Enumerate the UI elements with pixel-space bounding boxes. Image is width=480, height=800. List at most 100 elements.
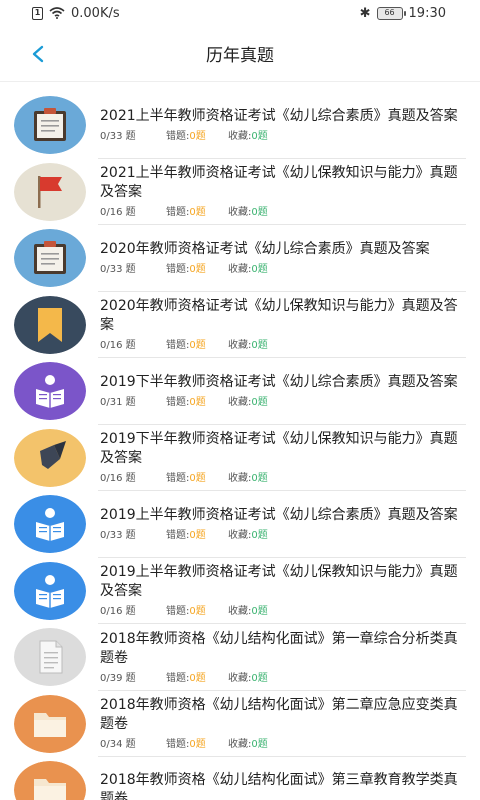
exam-list: 2021上半年教师资格证考试《幼儿综合素质》真题及答案 0/33 题错题:0题 收藏…	[0, 92, 480, 800]
favorite-count: 收藏:0题	[228, 130, 268, 143]
list-item[interactable]: 2018年教师资格《幼儿结构化面试》第一章综合分析类真题卷 0/39 题错题:0题…	[0, 624, 480, 691]
favorite-label: 收藏:	[228, 739, 252, 751]
list-item[interactable]: 2019下半年教师资格证考试《幼儿保教知识与能力》真题及答案 0/16 题 错题:0…	[0, 425, 480, 492]
list-item[interactable]: 2019上半年教师资格证考试《幼儿综合素质》真题及答案 0/33 题 错题:0题 收藏…	[0, 491, 480, 558]
wrong-value: 0题	[189, 672, 206, 684]
favorite-count: 收藏:0题	[228, 472, 268, 485]
wrong-count: 错题:0题	[166, 529, 228, 542]
favorite-value: 0题	[251, 672, 268, 684]
favorite-label: 收藏:	[228, 397, 252, 409]
favorite-count: 收藏:0题	[228, 263, 268, 276]
favorite-label: 收藏:	[228, 530, 252, 542]
favorite-value: 0题	[251, 207, 268, 219]
list-item-title: 2019上半年教师资格证考试《幼儿综合素质》真题及答案	[100, 507, 458, 524]
wrong-label: 错题:	[166, 340, 190, 352]
favorite-value: 0题	[251, 397, 268, 409]
list-item-body: 2018年教师资格《幼儿结构化面试》第二章应急应变类真题卷 0/34 题错题:0题…	[100, 696, 466, 751]
wrong-count: 错题:0题	[166, 263, 228, 276]
wrong-count: 错题:0题	[166, 130, 228, 143]
list-item-title: 2019下半年教师资格证考试《幼儿保教知识与能力》真题及答案	[100, 431, 458, 467]
list-item-body: 2019上半年教师资格证考试《幼儿综合素质》真题及答案 0/33 题 错题:0题 收藏…	[100, 506, 466, 542]
favorite-value: 0题	[251, 530, 268, 542]
back-button[interactable]	[24, 40, 52, 68]
wrong-value: 0题	[189, 264, 206, 276]
list-item[interactable]: 2019下半年教师资格证考试《幼儿综合素质》真题及答案 0/31 题错题:0题 收藏…	[0, 358, 480, 425]
sim-card-icon: 1	[32, 6, 43, 20]
favorite-value: 0题	[251, 340, 268, 352]
wrong-label: 错题:	[166, 606, 190, 618]
wrong-count: 错题:0题	[166, 206, 228, 219]
reader-icon	[14, 561, 86, 620]
document-icon	[14, 628, 86, 687]
list-item-body: 2018年教师资格《幼儿结构化面试》第三章教育教学类真题卷	[100, 771, 466, 800]
bookmark-icon	[14, 295, 86, 354]
list-item-title: 2020年教师资格证考试《幼儿综合素质》真题及答案	[100, 241, 430, 258]
list-item-meta: 0/16 题错题:0题 收藏:0题	[100, 605, 466, 618]
clock: 19:30	[408, 5, 446, 21]
wrong-label: 错题:	[166, 131, 190, 143]
wrong-label: 错题:	[166, 397, 190, 409]
status-left: 1 0.00K/s	[32, 6, 120, 21]
progress-count: 0/16 题	[100, 340, 136, 352]
favorite-label: 收藏:	[228, 207, 252, 219]
wrong-label: 错题:	[166, 473, 190, 485]
wrong-label: 错题:	[166, 264, 190, 276]
list-item[interactable]: 2021上半年教师资格证考试《幼儿综合素质》真题及答案 0/33 题错题:0题 收藏…	[0, 92, 480, 159]
chevron-left-icon	[32, 45, 44, 63]
progress-count: 0/16 题	[100, 473, 136, 485]
list-item-body: 2021上半年教师资格证考试《幼儿保教知识与能力》真题及答案 0/16 题错题:0…	[100, 164, 466, 219]
reader-icon	[14, 495, 86, 554]
list-item[interactable]: 2020年教师资格证考试《幼儿综合素质》真题及答案 0/33 题错题:0题 收藏:0…	[0, 225, 480, 292]
list-item[interactable]: 2018年教师资格《幼儿结构化面试》第二章应急应变类真题卷 0/34 题错题:0题…	[0, 691, 480, 758]
list-item-meta: 0/31 题错题:0题 收藏:0题	[100, 396, 466, 409]
list-item-meta: 0/34 题错题:0题 收藏:0题	[100, 738, 466, 751]
wrong-value: 0题	[189, 131, 206, 143]
status-right: ✱ 66 19:30	[360, 6, 446, 21]
list-item-body: 2020年教师资格证考试《幼儿综合素质》真题及答案 0/33 题错题:0题 收藏:0…	[100, 240, 466, 276]
list-item-body: 2019下半年教师资格证考试《幼儿综合素质》真题及答案 0/31 题错题:0题 收藏…	[100, 373, 466, 409]
status-bar: 1 0.00K/s ✱ 66 19:30	[0, 0, 480, 26]
reader-icon	[14, 362, 86, 421]
list-item-title: 2021上半年教师资格证考试《幼儿综合素质》真题及答案	[100, 108, 458, 125]
favorite-count: 收藏:0题	[228, 339, 268, 352]
favorite-count: 收藏:0题	[228, 605, 268, 618]
list-item-meta: 0/16 题 错题:0题 收藏:0题	[100, 472, 466, 485]
progress-count: 0/33 题	[100, 530, 136, 542]
favorite-label: 收藏:	[228, 131, 252, 143]
favorite-count: 收藏:0题	[228, 396, 268, 409]
favorite-count: 收藏:0题	[228, 529, 268, 542]
favorite-label: 收藏:	[228, 606, 252, 618]
network-speed: 0.00K/s	[71, 5, 120, 21]
wrong-count: 错题:0题	[166, 672, 228, 685]
list-item-title: 2018年教师资格《幼儿结构化面试》第三章教育教学类真题卷	[100, 772, 458, 800]
list-item-meta: 0/39 题错题:0题 收藏:0题	[100, 672, 466, 685]
wrong-value: 0题	[189, 473, 206, 485]
list-item-body: 2021上半年教师资格证考试《幼儿综合素质》真题及答案 0/33 题错题:0题 收藏…	[100, 107, 466, 143]
favorite-value: 0题	[251, 739, 268, 751]
wrong-label: 错题:	[166, 672, 190, 684]
wrong-label: 错题:	[166, 207, 190, 219]
flag-icon	[14, 162, 86, 221]
list-item-meta: 0/16 题 错题:0题 收藏:0题	[100, 206, 466, 219]
favorite-count: 收藏:0题	[228, 738, 268, 751]
list-item[interactable]: 2018年教师资格《幼儿结构化面试》第三章教育教学类真题卷	[0, 757, 480, 800]
progress-count: 0/16 题	[100, 207, 136, 219]
favorite-count: 收藏:0题	[228, 672, 268, 685]
header: 历年真题	[0, 26, 480, 82]
favorite-value: 0题	[251, 264, 268, 276]
wrong-label: 错题:	[166, 739, 190, 751]
wrong-count: 错题:0题	[166, 396, 228, 409]
list-item[interactable]: 2020年教师资格证考试《幼儿保教知识与能力》真题及答案 0/16 题错题:0题收…	[0, 292, 480, 359]
progress-count: 0/33 题	[100, 264, 136, 276]
list-item-body: 2019下半年教师资格证考试《幼儿保教知识与能力》真题及答案 0/16 题 错题:0…	[100, 430, 466, 485]
list-item-body: 2020年教师资格证考试《幼儿保教知识与能力》真题及答案 0/16 题错题:0题收…	[100, 297, 466, 352]
favorite-value: 0题	[251, 606, 268, 618]
list-item[interactable]: 2019上半年教师资格证考试《幼儿保教知识与能力》真题及答案 0/16 题错题:0…	[0, 558, 480, 625]
list-item-title: 2018年教师资格《幼儿结构化面试》第一章综合分析类真题卷	[100, 630, 458, 666]
list-item[interactable]: 2021上半年教师资格证考试《幼儿保教知识与能力》真题及答案 0/16 题错题:0…	[0, 159, 480, 226]
list-item-title: 2021上半年教师资格证考试《幼儿保教知识与能力》真题及答案	[100, 165, 458, 201]
favorite-label: 收藏:	[228, 340, 252, 352]
wifi-icon	[49, 7, 65, 19]
page-title: 历年真题	[206, 46, 274, 66]
list-item-body: 2019上半年教师资格证考试《幼儿保教知识与能力》真题及答案 0/16 题错题:0…	[100, 563, 466, 618]
